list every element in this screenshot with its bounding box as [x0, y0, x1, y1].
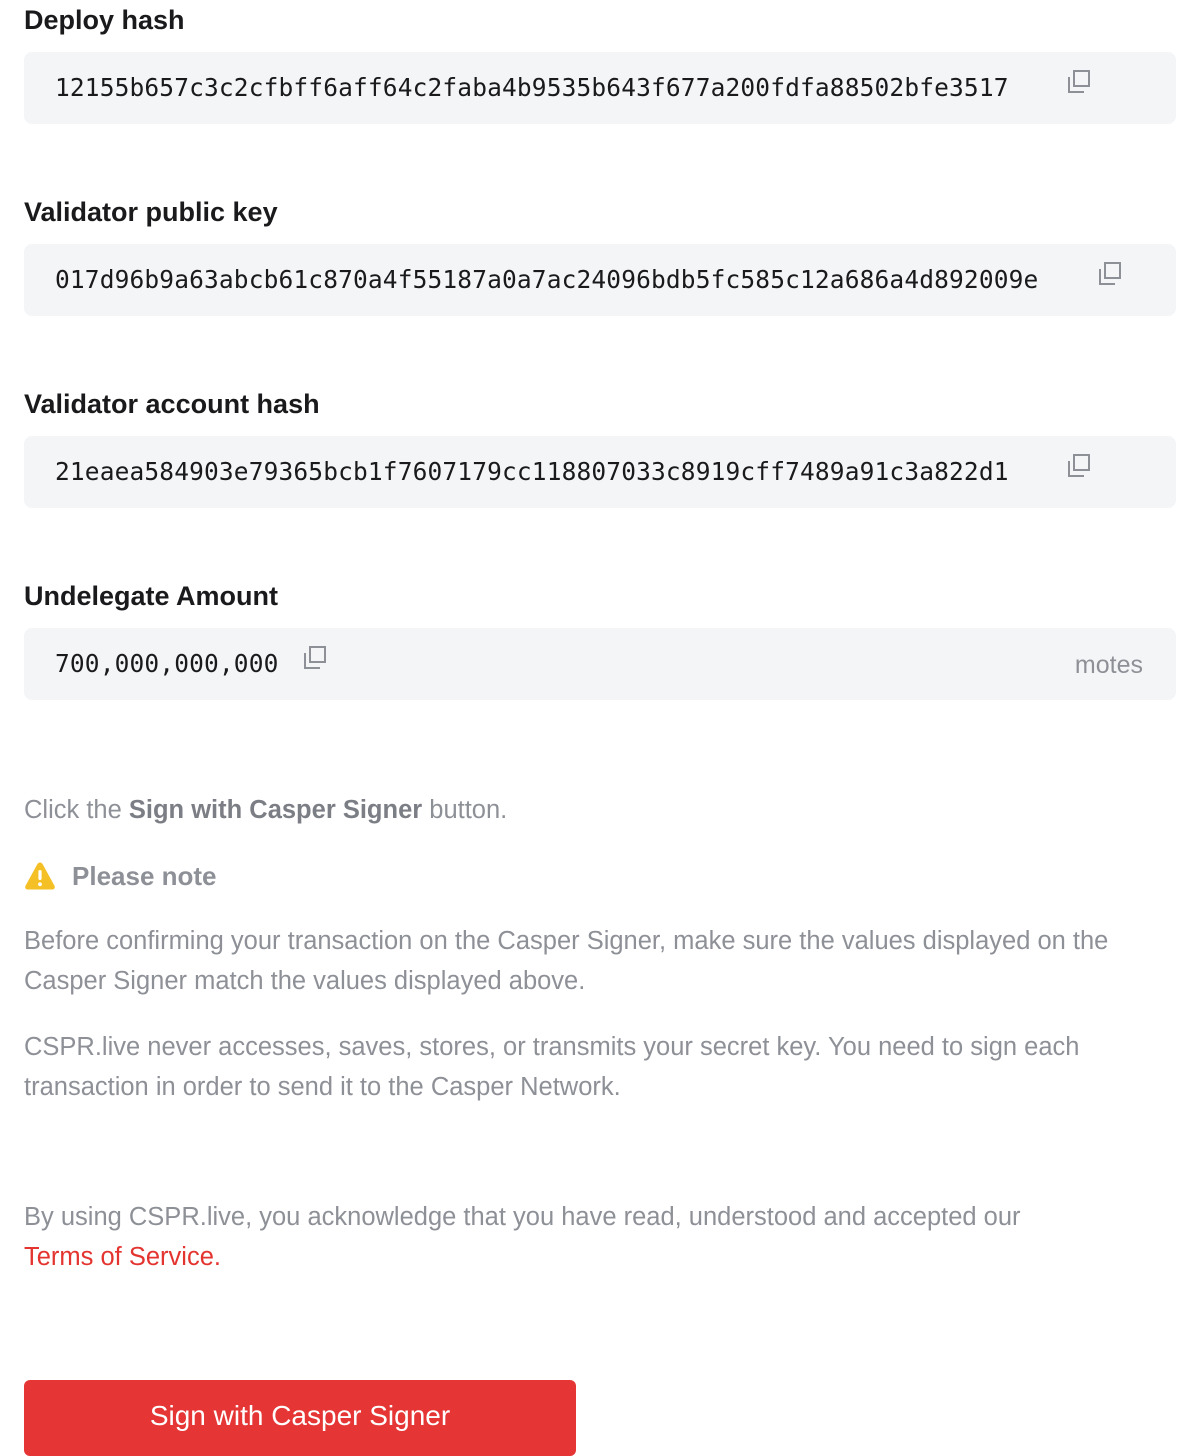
terms-of-service-link[interactable]: Terms of Service.	[24, 1243, 221, 1271]
sign-with-casper-signer-button[interactable]: Sign with Casper Signer	[24, 1380, 576, 1456]
note-paragraph-security: CSPR.live never accesses, saves, stores,…	[24, 1033, 1080, 1101]
note-title: Please note	[72, 860, 217, 891]
copy-icon[interactable]	[1066, 453, 1092, 479]
instructions-prefix: Click the	[24, 796, 129, 824]
copy-icon[interactable]	[1097, 261, 1123, 287]
instructions-bold: Sign with Casper Signer	[128, 796, 423, 824]
sign-button-label: Sign with Casper Signer	[149, 1400, 451, 1431]
undelegate-amount-value: 700,000,000,000	[55, 649, 279, 678]
deploy-hash-label: Deploy hash	[24, 5, 185, 35]
deploy-hash-value: 12155b657c3c2cfbff6aff64c2faba4b9535b643…	[55, 73, 1009, 102]
copy-icon[interactable]	[302, 645, 328, 671]
deploy-hash-field: 12155b657c3c2cfbff6aff64c2faba4b9535b643…	[24, 52, 1176, 124]
note-header: Please note	[24, 856, 217, 896]
validator-public-key-value: 017d96b9a63abcb61c870a4f55187a0a7ac24096…	[55, 265, 1039, 294]
terms-text: By using CSPR.live, you acknowledge that…	[24, 1203, 1021, 1231]
warning-icon	[24, 860, 56, 892]
validator-account-hash-field: 21eaea584903e79365bcb1f7607179cc11880703…	[24, 436, 1176, 508]
undelegate-amount-label: Undelegate Amount	[24, 581, 279, 611]
sign-instructions: Click the Sign with Casper Signer button…	[24, 790, 1176, 830]
validator-account-hash-value: 21eaea584903e79365bcb1f7607179cc11880703…	[55, 457, 1009, 486]
undelegate-amount-field: 700,000,000,000 motes	[24, 628, 1176, 700]
validator-public-key-field: 017d96b9a63abcb61c870a4f55187a0a7ac24096…	[24, 244, 1176, 316]
terms-notice: By using CSPR.live, you acknowledge that…	[24, 1197, 1176, 1277]
instructions-suffix: button.	[422, 796, 508, 824]
amount-unit: motes	[1074, 651, 1143, 679]
note-paragraph-verify: Before confirming your transaction on th…	[24, 927, 1109, 995]
validator-account-hash-label: Validator account hash	[24, 389, 320, 419]
copy-icon[interactable]	[1066, 69, 1092, 95]
validator-public-key-label: Validator public key	[24, 197, 278, 227]
